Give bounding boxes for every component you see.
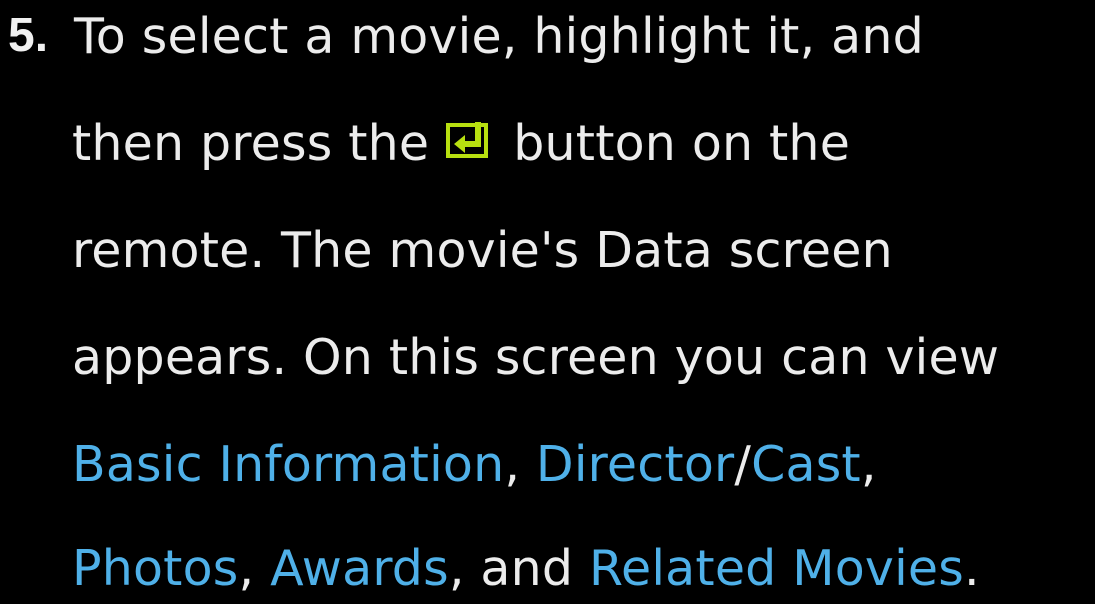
separator: ,: [504, 436, 521, 493]
basic-information-link[interactable]: Basic Information: [72, 436, 504, 493]
photos-link[interactable]: Photos: [72, 540, 239, 597]
separator: ,: [860, 436, 877, 493]
instruction-line-4: appears. On this screen you can view: [72, 329, 1000, 386]
instruction-text: button on the: [513, 115, 851, 172]
cast-link[interactable]: Cast: [751, 436, 861, 493]
director-link[interactable]: Director: [536, 436, 734, 493]
awards-link[interactable]: Awards: [270, 540, 449, 597]
instruction-line-1: To select a movie, highlight it, and: [74, 8, 924, 65]
separator: /: [734, 436, 752, 493]
instruction-line-3: remote. The movie's Data screen: [72, 222, 893, 279]
instruction-line-2: then press the button on the: [72, 109, 850, 179]
step-number: 5.: [8, 9, 49, 62]
instruction-line-5: Basic Information, Director/Cast,: [72, 430, 877, 500]
instruction-text: then press the: [72, 115, 430, 172]
separator: ,: [238, 540, 255, 597]
separator: .: [963, 540, 980, 597]
separator: , and: [448, 540, 574, 597]
instruction-step: 5. To select a movie, highlight it, and …: [0, 0, 1095, 597]
instruction-line-6: Photos, Awards, and Related Movies.: [72, 534, 980, 604]
enter-button-icon: [443, 116, 503, 166]
related-movies-link[interactable]: Related Movies: [589, 540, 964, 597]
